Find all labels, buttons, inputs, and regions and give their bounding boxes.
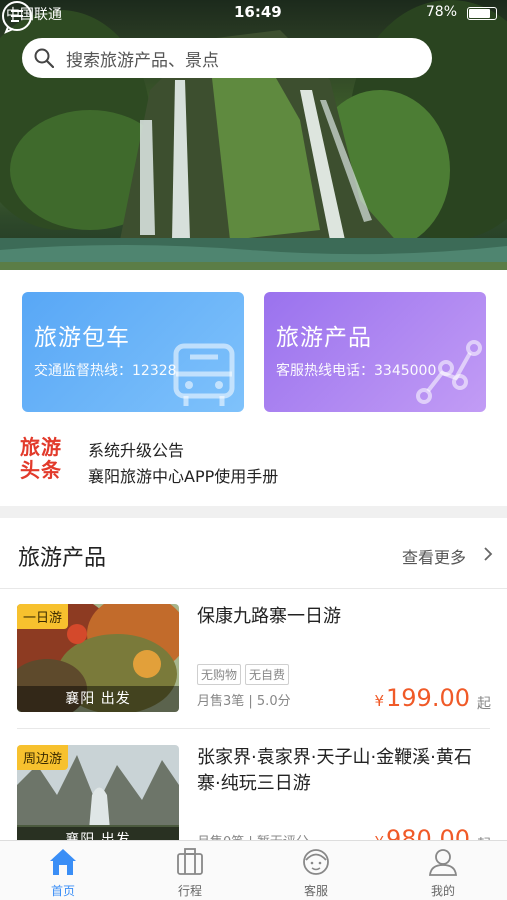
card-hotline: 交通监督热线：12328 [34,363,177,379]
home-icon [50,849,76,875]
badge: 无自费 [245,664,290,685]
price-value: 199.00 [386,684,470,712]
badge: 无购物 [197,664,242,685]
tab-label: 客服 [303,884,328,898]
tab-label: 首页 [50,884,75,898]
card-title: 旅游产品 [276,325,372,351]
tab-home[interactable]: 首页 [0,841,126,900]
tab-itinerary[interactable]: 行程 [127,841,253,900]
support-icon [303,849,329,875]
search-placeholder: 搜索旅游产品、景点 [66,50,219,71]
currency-symbol: ¥ [374,692,385,710]
section-divider [0,506,507,518]
product-card[interactable]: 一日游 襄阳 出发 保康九路寨一日游 无购物 无自费 月售3笔 | 5.0分 ¥… [0,604,507,734]
suitcase-icon [177,848,203,875]
divider-line [0,588,507,589]
headline-logo: 旅游头条 [20,435,62,482]
price-suffix: 起 [477,696,491,712]
view-more-link[interactable]: 查看更多 [402,544,466,568]
divider-line [17,728,490,729]
bus-icon [173,343,235,406]
card-charter-bus[interactable]: 旅游包车 交通监督热线：12328 [22,292,244,412]
tab-label: 我的 [430,884,455,898]
product-badges: 无购物 无自费 [197,664,290,685]
product-name: 张家界·袁家界·天子山·金鞭溪·黄石寨·纯玩三日游 [197,747,472,794]
search-input[interactable]: 搜索旅游产品、景点 [22,38,432,78]
card-travel-products[interactable]: 旅游产品 客服热线电话：3345000 [264,292,486,412]
headline-item[interactable]: 系统升级公告 [88,437,184,461]
hero-banner[interactable]: 中国联通 16:49 78% 搜索旅游产品、景点 [0,0,507,270]
section-title: 旅游产品 [18,546,107,571]
product-thumbnail[interactable]: 一日游 襄阳 出发 [17,604,179,712]
product-tag: 一日游 [17,604,69,629]
battery-percent: 78% [425,4,457,20]
search-icon [34,48,54,68]
battery-icon [467,7,497,20]
tab-bar: 首页 行程 客服 我的 [0,840,507,900]
route-icon [416,340,482,404]
sales-info: 月售3笔 | 5.0分 [197,694,291,709]
tab-profile[interactable]: 我的 [380,841,506,900]
user-icon [429,849,457,876]
headline-item[interactable]: 襄阳旅游中心APP使用手册 [88,463,278,487]
home-page: 中国联通 16:49 78% 搜索旅游产品、景点 旅游包车 交通监督热线：123… [0,0,507,900]
product-thumbnail[interactable]: 周边游 襄阳 出发 [17,745,179,853]
status-bar: 中国联通 16:49 78% [0,0,507,26]
tab-label: 行程 [177,884,202,898]
card-title: 旅游包车 [34,325,130,351]
product-tag: 周边游 [17,745,69,770]
product-name: 保康九路寨一日游 [197,606,341,627]
tab-support[interactable]: 客服 [253,841,379,900]
card-hotline: 客服热线电话：3345000 [276,363,437,379]
departure-location: 襄阳 出发 [17,686,179,712]
product-price: ¥199.00 [374,684,470,712]
clock: 16:49 [234,3,282,21]
message-icon[interactable] [0,0,34,34]
chevron-right-icon[interactable] [483,547,493,561]
